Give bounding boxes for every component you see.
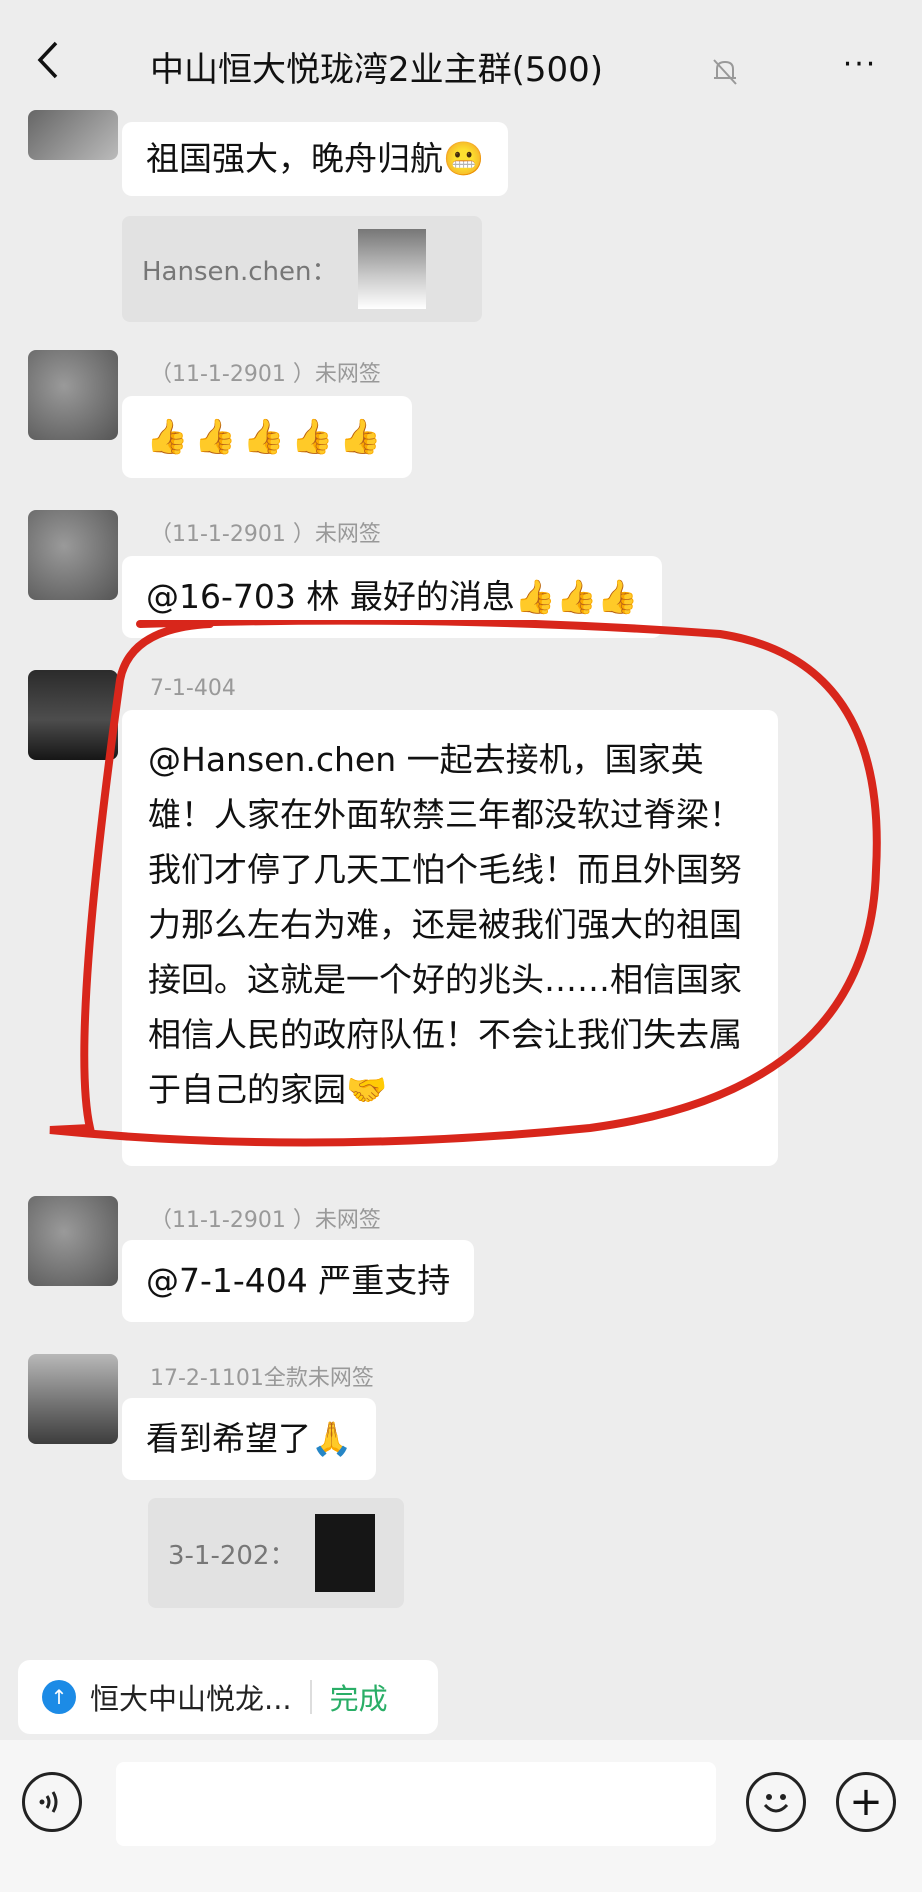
location-icon: ↑ <box>42 1680 76 1714</box>
chat-header: 中山恒大悦珑湾2业主群(500) ··· <box>0 0 922 120</box>
quote-image-thumbnail <box>315 1514 376 1592</box>
location-name: 恒大中山悦龙... <box>90 1682 292 1716</box>
divider <box>309 1680 312 1714</box>
avatar[interactable] <box>28 1196 118 1286</box>
avatar[interactable] <box>28 670 118 760</box>
done-button[interactable]: 完成 <box>330 1676 388 1718</box>
quoted-message[interactable]: Hansen.chen： <box>122 216 482 322</box>
message-bubble[interactable]: @7-1-404 严重支持 <box>122 1240 475 1322</box>
avatar[interactable] <box>28 110 118 160</box>
avatar[interactable] <box>28 1354 118 1444</box>
more-options-button[interactable]: ··· <box>830 50 890 86</box>
emoji-button[interactable] <box>746 1772 806 1832</box>
back-button[interactable] <box>28 40 68 80</box>
quote-image-thumbnail <box>357 229 426 309</box>
mute-bell-icon <box>713 59 737 85</box>
sender-name: 7-1-404 <box>150 676 236 701</box>
message-bubble[interactable]: 👍👍👍👍👍 <box>122 396 412 478</box>
avatar[interactable] <box>28 350 118 440</box>
sender-name: 17-2-1101全款未网签 <box>150 1366 374 1391</box>
message-bubble[interactable]: @Hansen.chen 一起去接机，国家英雄！人家在外面软禁三年都没软过脊梁！… <box>122 710 778 1166</box>
sender-name: （11-1-2901 ）未网签 <box>150 362 381 387</box>
chevron-left-icon <box>37 41 58 79</box>
plus-icon: + <box>849 1779 883 1825</box>
message-bubble[interactable]: 看到希望了🙏 <box>122 1398 377 1480</box>
message-input[interactable] <box>116 1762 716 1846</box>
chat-title: 中山恒大悦珑湾2业主群(500) <box>150 50 604 90</box>
message-bubble[interactable]: @16-703 林 最好的消息👍👍👍 <box>122 556 663 638</box>
smiley-icon <box>763 1794 789 1813</box>
avatar[interactable] <box>28 510 118 600</box>
voice-icon <box>39 1791 58 1813</box>
quote-sender: Hansen.chen： <box>142 256 338 287</box>
sender-name: （11-1-2901 ）未网签 <box>150 1208 381 1233</box>
quote-sender: 3-1-202： <box>168 1540 296 1571</box>
message-bubble[interactable]: 祖国强大，晚舟归航😬 <box>122 122 509 196</box>
quoted-message[interactable]: 3-1-202： <box>148 1498 404 1608</box>
plus-button[interactable]: + <box>836 1772 896 1832</box>
location-suggestion-chip[interactable]: ↑ 恒大中山悦龙... 完成 <box>18 1660 438 1734</box>
voice-input-button[interactable] <box>22 1772 82 1832</box>
sender-name: （11-1-2901 ）未网签 <box>150 522 381 547</box>
input-bar: + <box>0 1740 922 1892</box>
